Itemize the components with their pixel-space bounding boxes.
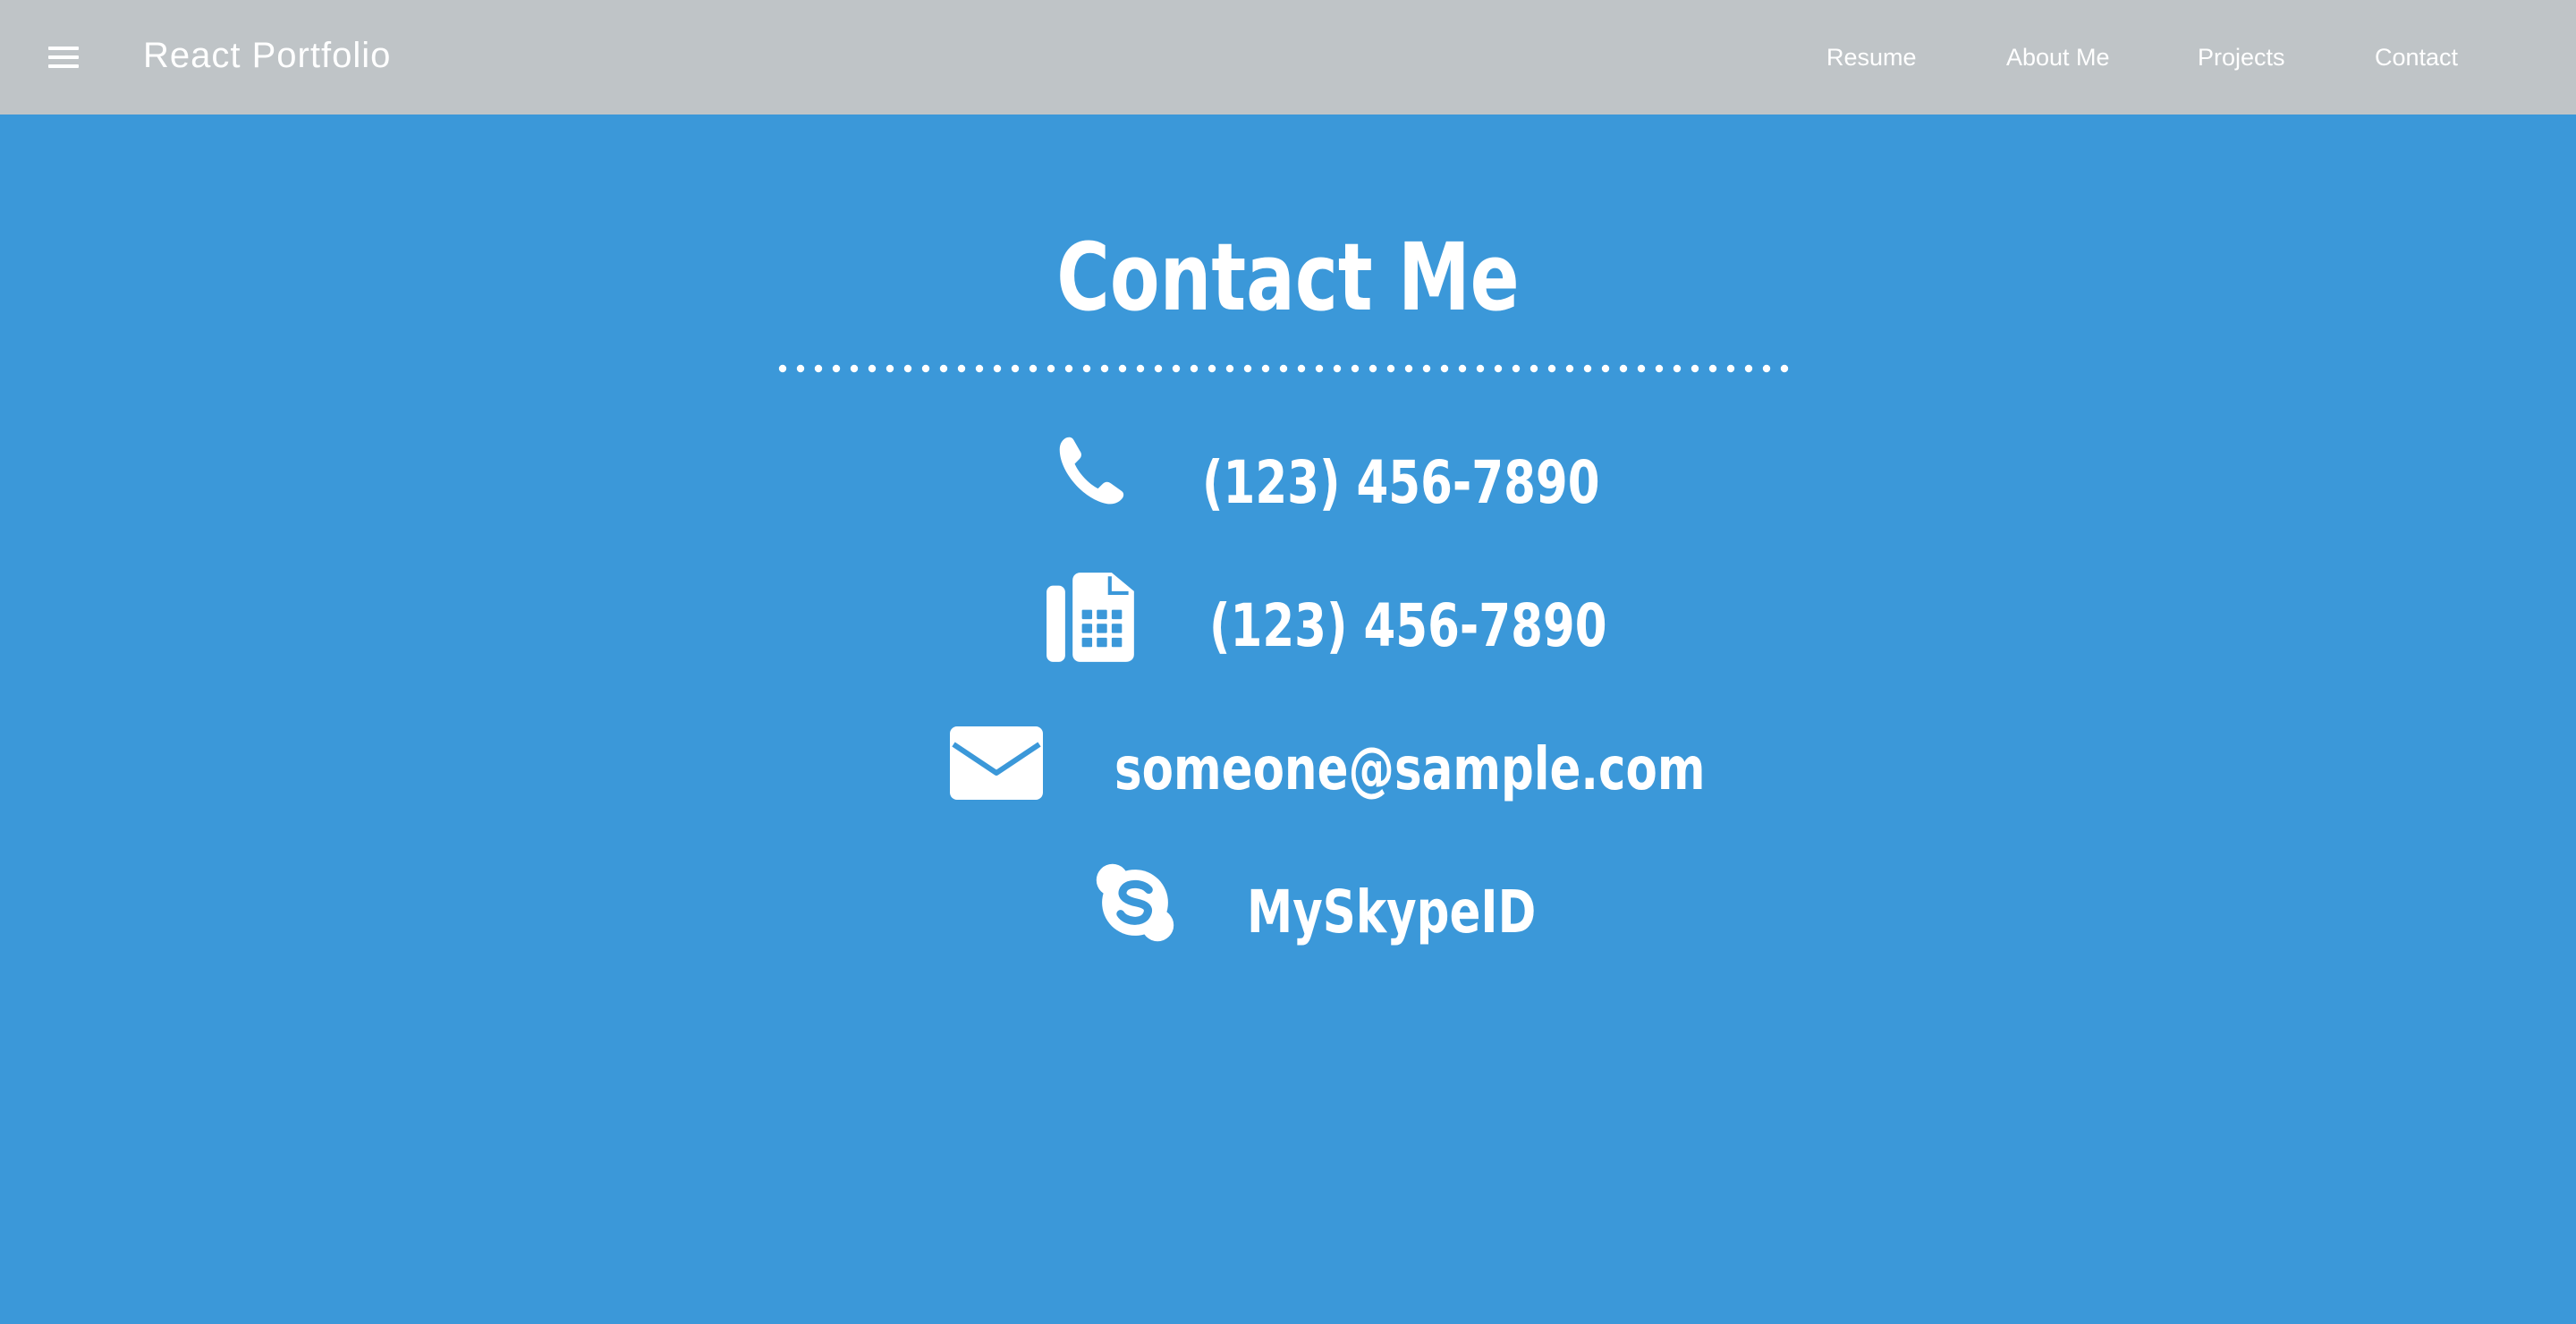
divider-dot bbox=[1225, 364, 1234, 373]
divider-dot bbox=[1565, 364, 1574, 373]
divider-dot bbox=[1744, 364, 1753, 373]
divider-dot bbox=[1297, 364, 1306, 373]
dotted-divider bbox=[778, 364, 1789, 373]
skype-icon bbox=[1096, 863, 1174, 942]
divider-dot bbox=[832, 364, 841, 373]
divider-dot bbox=[1190, 364, 1199, 373]
divider-dot bbox=[939, 364, 948, 373]
fax-number: (123) 456-7890 bbox=[1209, 591, 1607, 660]
divider-dot bbox=[1011, 364, 1020, 373]
email-address: someone@sample.com bbox=[1114, 734, 1706, 803]
divider-dot bbox=[1046, 364, 1055, 373]
divider-dot bbox=[957, 364, 966, 373]
divider-dot bbox=[1136, 364, 1145, 373]
divider-dot bbox=[1422, 364, 1431, 373]
divider-dot bbox=[1494, 364, 1503, 373]
divider-dot bbox=[1172, 364, 1181, 373]
divider-dot bbox=[1708, 364, 1717, 373]
divider-dot bbox=[1476, 364, 1485, 373]
divider-dot bbox=[1601, 364, 1610, 373]
hamburger-menu-icon[interactable] bbox=[45, 39, 82, 75]
divider-dot bbox=[1655, 364, 1664, 373]
divider-dot bbox=[975, 364, 984, 373]
divider-dot bbox=[1530, 364, 1538, 373]
fax-icon bbox=[1046, 573, 1134, 662]
envelope-icon bbox=[950, 726, 1043, 800]
divider-dot bbox=[1404, 364, 1413, 373]
menu-bar-line bbox=[48, 47, 79, 50]
divider-dot bbox=[1762, 364, 1771, 373]
divider-dot bbox=[796, 364, 805, 373]
phone-icon bbox=[1059, 437, 1124, 505]
divider-dot bbox=[1619, 364, 1628, 373]
menu-bar-line bbox=[48, 64, 79, 68]
divider-dot bbox=[921, 364, 930, 373]
divider-dot bbox=[1243, 364, 1252, 373]
divider-dot bbox=[1208, 364, 1216, 373]
skype-id: MySkypeID bbox=[1247, 878, 1537, 946]
divider-dot bbox=[814, 364, 823, 373]
nav-link-resume[interactable]: Resume bbox=[1826, 39, 1917, 75]
divider-dot bbox=[1100, 364, 1109, 373]
divider-dot bbox=[1333, 364, 1342, 373]
divider-dot bbox=[1279, 364, 1288, 373]
divider-dot bbox=[1315, 364, 1324, 373]
phone-number: (123) 456-7890 bbox=[1202, 448, 1600, 517]
divider-dot bbox=[1637, 364, 1646, 373]
nav-link-about-me[interactable]: About Me bbox=[2006, 39, 2110, 75]
divider-dot bbox=[1673, 364, 1682, 373]
divider-dot bbox=[886, 364, 894, 373]
divider-dot bbox=[778, 364, 787, 373]
divider-dot bbox=[1154, 364, 1163, 373]
nav-link-contact[interactable]: Contact bbox=[2375, 39, 2458, 75]
divider-dot bbox=[1512, 364, 1521, 373]
divider-dot bbox=[1583, 364, 1592, 373]
divider-dot bbox=[1726, 364, 1735, 373]
divider-dot bbox=[1780, 364, 1789, 373]
divider-dot bbox=[1440, 364, 1449, 373]
app-title: React Portfolio bbox=[143, 36, 392, 75]
divider-dot bbox=[1029, 364, 1038, 373]
divider-dot bbox=[868, 364, 877, 373]
divider-dot bbox=[1082, 364, 1091, 373]
divider-dot bbox=[1458, 364, 1467, 373]
divider-dot bbox=[1386, 364, 1395, 373]
divider-dot bbox=[1118, 364, 1127, 373]
page-title: Contact Me bbox=[1056, 223, 1520, 332]
menu-bar-line bbox=[48, 55, 79, 59]
nav-link-projects[interactable]: Projects bbox=[2198, 39, 2285, 75]
top-app-bar: React Portfolio Resume About Me Projects… bbox=[0, 0, 2576, 115]
divider-dot bbox=[1064, 364, 1073, 373]
divider-dot bbox=[1368, 364, 1377, 373]
divider-dot bbox=[850, 364, 859, 373]
divider-dot bbox=[993, 364, 1002, 373]
divider-dot bbox=[1547, 364, 1556, 373]
divider-dot bbox=[903, 364, 912, 373]
divider-dot bbox=[1690, 364, 1699, 373]
divider-dot bbox=[1351, 364, 1360, 373]
divider-dot bbox=[1261, 364, 1270, 373]
